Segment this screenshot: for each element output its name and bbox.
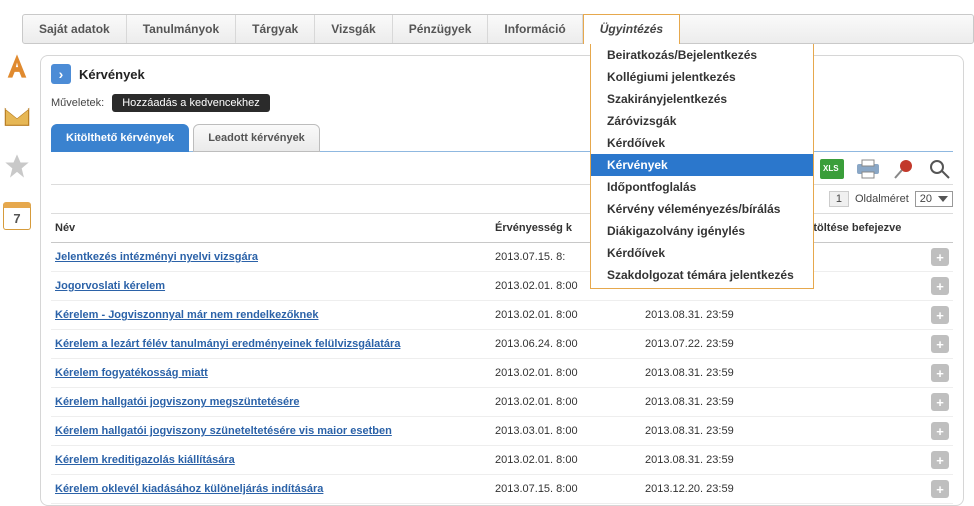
request-link[interactable]: Kérelem a lezárt félév tanulmányi eredmé… [55, 338, 400, 350]
done-cell [791, 417, 923, 446]
valid-to-cell: 2013.08.31. 23:59 [641, 301, 791, 330]
page-size-value: 20 [920, 193, 932, 205]
dropdown-beiratkozas[interactable]: Beiratkozás/Bejelentkezés [591, 44, 813, 66]
toolbar: XLS [51, 152, 953, 185]
row-expand-button[interactable]: + [931, 277, 949, 295]
request-link[interactable]: Jelentkezés intézményi nyelvi vizsgára [55, 251, 258, 263]
menu-penzugyek[interactable]: Pénzügyek [393, 15, 489, 43]
dropdown-idopontfoglalas[interactable]: Időpontfoglalás [591, 176, 813, 198]
dropdown-diakigazolvany[interactable]: Diákigazolvány igénylés [591, 220, 813, 242]
pin-icon[interactable] [891, 158, 917, 180]
tab-leadott[interactable]: Leadott kérvények [193, 124, 320, 152]
letter-a-icon[interactable] [3, 52, 31, 80]
dropdown-szakirany[interactable]: Szakirányjelentkezés [591, 88, 813, 110]
dropdown-kerdoivek-1[interactable]: Kérdőívek [591, 132, 813, 154]
table-row: Kérelem hallgatói jogviszony megszünteté… [51, 388, 953, 417]
valid-to-cell: 2013.08.31. 23:59 [641, 359, 791, 388]
add-favorite-button[interactable]: Hozzáadás a kedvencekhez [112, 94, 270, 112]
valid-to-cell: 2013.08.31. 23:59 [641, 446, 791, 475]
table-row: Jelentkezés intézményi nyelvi vizsgára20… [51, 243, 953, 272]
valid-to-cell: 2013.07.22. 23:59 [641, 330, 791, 359]
page-number[interactable]: 1 [829, 191, 849, 207]
paging-row: 1 Oldalméret 20 [51, 185, 953, 214]
done-cell [791, 504, 923, 506]
dropdown-szakdolgozat[interactable]: Szakdolgozat témára jelentkezés [591, 264, 813, 286]
request-link[interactable]: Kérelem - Jogviszonnyal már nem rendelke… [55, 309, 319, 321]
page-size-select[interactable]: 20 [915, 191, 953, 207]
valid-from-cell: 2013.07.15. 8:00 [491, 475, 641, 504]
row-expand-button[interactable]: + [931, 422, 949, 440]
done-cell [791, 446, 923, 475]
row-expand-button[interactable]: + [931, 306, 949, 324]
svg-text:XLS: XLS [823, 164, 839, 173]
export-xls-icon[interactable]: XLS [819, 158, 845, 180]
ugyintezes-dropdown: Beiratkozás/Bejelentkezés Kollégiumi jel… [590, 44, 814, 289]
done-cell [791, 388, 923, 417]
page-title: Kérvények [79, 67, 145, 82]
menu-tanulmanyok[interactable]: Tanulmányok [127, 15, 236, 43]
table-row: Kérelem kreditigazolás kiállítására 2013.… [51, 446, 953, 475]
valid-to-cell: 2013.08.31. 23:59 [641, 417, 791, 446]
request-link[interactable]: Kérelem hallgatói jogviszony szüneteltet… [55, 425, 392, 437]
main-panel: › Kérvények Műveletek: Hozzáadás a kedve… [40, 55, 964, 506]
valid-from-cell: 2013.02.01. 8:00 [491, 388, 641, 417]
row-expand-button[interactable]: + [931, 364, 949, 382]
menu-vizsgak[interactable]: Vizsgák [315, 15, 392, 43]
print-icon[interactable] [855, 158, 881, 180]
star-icon[interactable] [3, 152, 31, 180]
menu-ugyintezes[interactable]: Ügyintézés [583, 14, 680, 44]
requests-table: Név Érvényesség k y kitöltése befejezve … [51, 214, 953, 505]
tabs: Kitölthető kérvények Leadott kérvények [51, 124, 953, 152]
row-expand-button[interactable]: + [931, 451, 949, 469]
top-menu: Saját adatok Tanulmányok Tárgyak Vizsgák… [22, 14, 974, 44]
done-cell [791, 475, 923, 504]
valid-from-cell: 2013.06.24. 8:00 [491, 330, 641, 359]
valid-to-cell: 2013.08.31. 23:59 [641, 388, 791, 417]
dropdown-kerdoivek-2[interactable]: Kérdőívek [591, 242, 813, 264]
request-link[interactable]: Kérelem kreditigazolás kiállítására [55, 454, 235, 466]
valid-from-cell: 2013.02.01. 8:00 [491, 359, 641, 388]
row-expand-button[interactable]: + [931, 248, 949, 266]
menu-targyak[interactable]: Tárgyak [236, 15, 315, 43]
col-name[interactable]: Név [51, 214, 491, 243]
dropdown-zarovizsgak[interactable]: Záróvizsgák [591, 110, 813, 132]
table-row: Kérelem - Jogviszonnyal már nem rendelke… [51, 301, 953, 330]
tab-kitoltheto[interactable]: Kitölthető kérvények [51, 124, 189, 152]
row-expand-button[interactable]: + [931, 480, 949, 498]
request-link[interactable]: Kérelem hallgatói jogviszony megszünteté… [55, 396, 300, 408]
menu-sajat-adatok[interactable]: Saját adatok [23, 15, 127, 43]
row-expand-button[interactable]: + [931, 335, 949, 353]
table-row: Kérelem fogyatékosság miatt 2013.02.01. 8… [51, 359, 953, 388]
request-link[interactable]: Kérelem fogyatékosság miatt [55, 367, 208, 379]
valid-to-cell: 2013.08.31. 23:59 [641, 504, 791, 506]
side-icons: 7 [0, 52, 34, 230]
done-cell [791, 330, 923, 359]
table-row: Kérelem oklevél kiadásához különeljárás … [51, 475, 953, 504]
table-row: Kérelem a lezárt félév tanulmányi eredmé… [51, 330, 953, 359]
table-row: Kérelem oklevél kiadásához különeljárás … [51, 504, 953, 506]
table-row: Kérelem hallgatói jogviszony szüneteltet… [51, 417, 953, 446]
dropdown-kollegiumi[interactable]: Kollégiumi jelentkezés [591, 66, 813, 88]
valid-from-cell: 2013.02.01. 8:00 [491, 301, 641, 330]
page-size-label: Oldalméret [855, 193, 909, 205]
muveletek-label: Műveletek: [51, 97, 104, 109]
chevron-right-icon: › [51, 64, 71, 84]
valid-from-cell: 2013.02.01. 8:00 [491, 446, 641, 475]
valid-from-cell: 2013.03.01. 8:00 [491, 417, 641, 446]
done-cell [791, 359, 923, 388]
chevron-down-icon [938, 196, 948, 202]
valid-from-cell: 2013.01.09. 8:00 [491, 504, 641, 506]
request-link[interactable]: Jogorvoslati kérelem [55, 280, 165, 292]
menu-informacio[interactable]: Információ [488, 15, 582, 43]
dropdown-kerveny-velemenyezes[interactable]: Kérvény véleményezés/bírálás [591, 198, 813, 220]
dropdown-kervenyek[interactable]: Kérvények [591, 154, 813, 176]
request-link[interactable]: Kérelem oklevél kiadásához különeljárás … [55, 483, 323, 495]
row-expand-button[interactable]: + [931, 393, 949, 411]
mail-icon[interactable] [3, 102, 31, 130]
table-row: Jogorvoslati kérelem2013.02.01. 8:002013… [51, 272, 953, 301]
done-cell [791, 301, 923, 330]
valid-to-cell: 2013.12.20. 23:59 [641, 475, 791, 504]
search-icon[interactable] [927, 158, 953, 180]
calendar-icon[interactable]: 7 [3, 202, 31, 230]
